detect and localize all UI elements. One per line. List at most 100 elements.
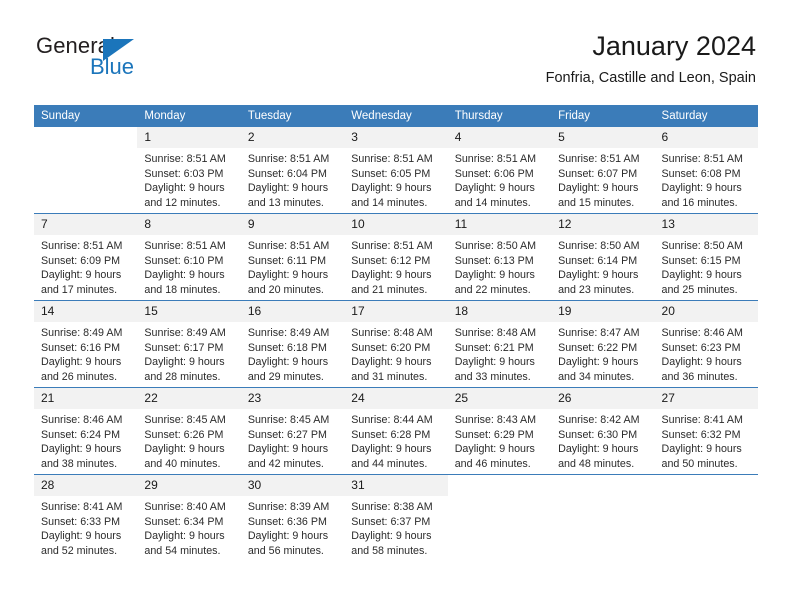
calendar-cell[interactable]: 6 Sunrise: 8:51 AM Sunset: 6:08 PM Daylight…	[654, 127, 758, 214]
calendar-cell[interactable]: 11 Sunrise: 8:50 AM Sunset: 6:13 PM Dayligh…	[447, 213, 552, 301]
day-detail-sunset: Sunset: 6:27 PM	[247, 428, 327, 441]
calendar-cell[interactable]: 12 Sunrise: 8:50 AM Sunset: 6:14 PM Dayligh…	[551, 213, 655, 301]
day-cell: 19 Sunrise: 8:47 AM Sunset: 6:22 PM Dayligh…	[551, 301, 655, 387]
calendar-cell[interactable]: 16 Sunrise: 8:49 AM Sunset: 6:18 PM Dayligh…	[240, 300, 345, 388]
calendar-cell[interactable]: 13 Sunrise: 8:50 AM Sunset: 6:15 PM Dayligh…	[654, 213, 758, 301]
day-detail-sunrise: Sunrise: 8:51 AM	[351, 240, 433, 252]
day-details: Sunrise: 8:48 AM Sunset: 6:21 PM Daylight:…	[448, 322, 551, 384]
calendar-cell[interactable]: 4 Sunrise: 8:51 AM Sunset: 6:06 PM Daylight…	[447, 127, 552, 214]
calendar-cell[interactable]: 19 Sunrise: 8:47 AM Sunset: 6:22 PM Dayligh…	[551, 300, 655, 388]
day-cell	[655, 475, 758, 561]
day-detail-daylight1: Daylight: 9 hours	[351, 269, 432, 282]
calendar-cell[interactable]: 29 Sunrise: 8:40 AM Sunset: 6:34 PM Dayligh…	[137, 474, 241, 561]
day-details: Sunrise: 8:51 AM Sunset: 6:11 PM Daylight:…	[241, 235, 344, 297]
calendar-cell[interactable]: 15 Sunrise: 8:49 AM Sunset: 6:17 PM Dayligh…	[137, 300, 241, 388]
calendar-cell	[654, 474, 758, 561]
day-detail-sunset: Sunset: 6:24 PM	[41, 428, 121, 441]
calendar-week-row: 7 Sunrise: 8:51 AM Sunset: 6:09 PM Daylight…	[34, 213, 758, 301]
calendar-cell	[447, 474, 552, 561]
logo-text-blue: Blue	[90, 54, 135, 79]
day-detail-sunrise: Sunrise: 8:49 AM	[41, 327, 123, 339]
day-cell: 23 Sunrise: 8:45 AM Sunset: 6:27 PM Dayligh…	[240, 388, 345, 474]
day-number: 7	[34, 214, 138, 235]
day-number: 26	[551, 388, 655, 409]
day-number	[34, 127, 137, 148]
day-detail-daylight2: and 12 minutes.	[144, 196, 221, 209]
calendar-cell[interactable]: 25 Sunrise: 8:43 AM Sunset: 6:29 PM Dayligh…	[447, 387, 552, 475]
calendar-cell[interactable]: 18 Sunrise: 8:48 AM Sunset: 6:21 PM Dayligh…	[447, 300, 552, 388]
calendar-cell[interactable]: 23 Sunrise: 8:45 AM Sunset: 6:27 PM Dayligh…	[240, 387, 345, 475]
day-detail-daylight2: and 46 minutes.	[454, 457, 531, 470]
day-details: Sunrise: 8:50 AM Sunset: 6:13 PM Daylight:…	[448, 235, 551, 297]
day-detail-daylight1: Daylight: 9 hours	[144, 443, 225, 456]
calendar-cell[interactable]: 24 Sunrise: 8:44 AM Sunset: 6:28 PM Dayligh…	[344, 387, 448, 475]
day-cell: 22 Sunrise: 8:45 AM Sunset: 6:26 PM Dayligh…	[137, 388, 241, 474]
calendar-cell[interactable]: 22 Sunrise: 8:45 AM Sunset: 6:26 PM Dayligh…	[137, 387, 241, 475]
day-details: Sunrise: 8:51 AM Sunset: 6:10 PM Daylight:…	[137, 235, 240, 297]
day-cell: 3 Sunrise: 8:51 AM Sunset: 6:05 PM Daylight…	[344, 127, 448, 213]
day-details: Sunrise: 8:39 AM Sunset: 6:36 PM Daylight:…	[241, 496, 344, 558]
day-details: Sunrise: 8:47 AM Sunset: 6:22 PM Daylight:…	[551, 322, 654, 384]
day-number: 29	[137, 475, 241, 496]
day-number	[655, 475, 758, 496]
day-cell: 18 Sunrise: 8:48 AM Sunset: 6:21 PM Dayligh…	[447, 301, 552, 387]
day-cell: 16 Sunrise: 8:49 AM Sunset: 6:18 PM Dayligh…	[240, 301, 345, 387]
calendar-cell[interactable]: 28 Sunrise: 8:41 AM Sunset: 6:33 PM Dayligh…	[34, 474, 138, 561]
day-details: Sunrise: 8:49 AM Sunset: 6:16 PM Daylight:…	[34, 322, 137, 384]
calendar-cell[interactable]: 14 Sunrise: 8:49 AM Sunset: 6:16 PM Dayligh…	[34, 300, 138, 388]
weekday-header-friday: Friday	[551, 105, 655, 127]
day-detail-daylight1: Daylight: 9 hours	[144, 356, 225, 369]
day-detail-daylight1: Daylight: 9 hours	[454, 182, 535, 195]
day-cell: 15 Sunrise: 8:49 AM Sunset: 6:17 PM Dayligh…	[137, 301, 241, 387]
calendar-cell[interactable]: 7 Sunrise: 8:51 AM Sunset: 6:09 PM Daylight…	[34, 213, 138, 301]
day-detail-sunset: Sunset: 6:06 PM	[454, 167, 534, 180]
day-details: Sunrise: 8:45 AM Sunset: 6:26 PM Daylight:…	[137, 409, 240, 471]
calendar-cell[interactable]: 20 Sunrise: 8:46 AM Sunset: 6:23 PM Dayligh…	[654, 300, 758, 388]
day-detail-sunset: Sunset: 6:13 PM	[454, 254, 534, 267]
day-detail-sunrise: Sunrise: 8:51 AM	[558, 153, 640, 165]
day-detail-sunset: Sunset: 6:15 PM	[661, 254, 741, 267]
day-number: 17	[344, 301, 448, 322]
calendar-cell[interactable]: 2 Sunrise: 8:51 AM Sunset: 6:04 PM Daylight…	[240, 127, 345, 214]
day-detail-daylight1: Daylight: 9 hours	[351, 530, 432, 543]
day-detail-daylight2: and 20 minutes.	[247, 283, 324, 296]
calendar-cell[interactable]: 1 Sunrise: 8:51 AM Sunset: 6:03 PM Daylight…	[137, 127, 241, 214]
day-detail-daylight1: Daylight: 9 hours	[144, 530, 225, 543]
day-detail-sunrise: Sunrise: 8:50 AM	[661, 240, 743, 252]
day-detail-daylight2: and 38 minutes.	[41, 457, 118, 470]
day-detail-sunset: Sunset: 6:28 PM	[351, 428, 431, 441]
day-details: Sunrise: 8:48 AM Sunset: 6:20 PM Daylight:…	[344, 322, 447, 384]
calendar-cell[interactable]: 10 Sunrise: 8:51 AM Sunset: 6:12 PM Dayligh…	[344, 213, 448, 301]
day-detail-daylight2: and 44 minutes.	[351, 457, 428, 470]
day-detail-daylight2: and 54 minutes.	[144, 544, 221, 557]
calendar-cell[interactable]: 27 Sunrise: 8:41 AM Sunset: 6:32 PM Dayligh…	[654, 387, 758, 475]
calendar-cell[interactable]: 30 Sunrise: 8:39 AM Sunset: 6:36 PM Dayligh…	[240, 474, 345, 561]
calendar-cell[interactable]: 9 Sunrise: 8:51 AM Sunset: 6:11 PM Daylight…	[240, 213, 345, 301]
day-detail-daylight2: and 48 minutes.	[558, 457, 635, 470]
day-detail-daylight2: and 52 minutes.	[41, 544, 118, 557]
calendar-cell[interactable]: 26 Sunrise: 8:42 AM Sunset: 6:30 PM Dayligh…	[551, 387, 655, 475]
day-details: Sunrise: 8:51 AM Sunset: 6:12 PM Daylight:…	[344, 235, 447, 297]
calendar-cell[interactable]: 8 Sunrise: 8:51 AM Sunset: 6:10 PM Daylight…	[137, 213, 241, 301]
day-detail-sunset: Sunset: 6:09 PM	[41, 254, 121, 267]
day-cell	[448, 475, 551, 561]
day-detail-sunrise: Sunrise: 8:51 AM	[661, 153, 743, 165]
day-detail-daylight1: Daylight: 9 hours	[558, 182, 639, 195]
day-detail-sunset: Sunset: 6:26 PM	[144, 428, 224, 441]
calendar-cell[interactable]: 3 Sunrise: 8:51 AM Sunset: 6:05 PM Daylight…	[344, 127, 448, 214]
day-cell: 20 Sunrise: 8:46 AM Sunset: 6:23 PM Dayligh…	[654, 301, 758, 387]
day-number: 8	[137, 214, 241, 235]
calendar-cell[interactable]: 5 Sunrise: 8:51 AM Sunset: 6:07 PM Daylight…	[551, 127, 655, 214]
calendar-cell[interactable]: 21 Sunrise: 8:46 AM Sunset: 6:24 PM Dayligh…	[34, 387, 138, 475]
day-detail-daylight1: Daylight: 9 hours	[247, 443, 329, 456]
day-detail-daylight2: and 25 minutes.	[661, 283, 738, 296]
day-details: Sunrise: 8:46 AM Sunset: 6:23 PM Daylight:…	[655, 322, 758, 384]
day-detail-sunrise: Sunrise: 8:41 AM	[661, 414, 743, 426]
day-detail-daylight1: Daylight: 9 hours	[247, 182, 329, 195]
calendar-cell[interactable]: 31 Sunrise: 8:38 AM Sunset: 6:37 PM Dayligh…	[344, 474, 448, 561]
day-details: Sunrise: 8:50 AM Sunset: 6:15 PM Daylight:…	[655, 235, 758, 297]
calendar-cell[interactable]: 17 Sunrise: 8:48 AM Sunset: 6:20 PM Dayligh…	[344, 300, 448, 388]
day-details: Sunrise: 8:40 AM Sunset: 6:34 PM Daylight:…	[137, 496, 240, 558]
page-title: January 2024	[592, 31, 756, 61]
day-detail-sunrise: Sunrise: 8:50 AM	[558, 240, 640, 252]
